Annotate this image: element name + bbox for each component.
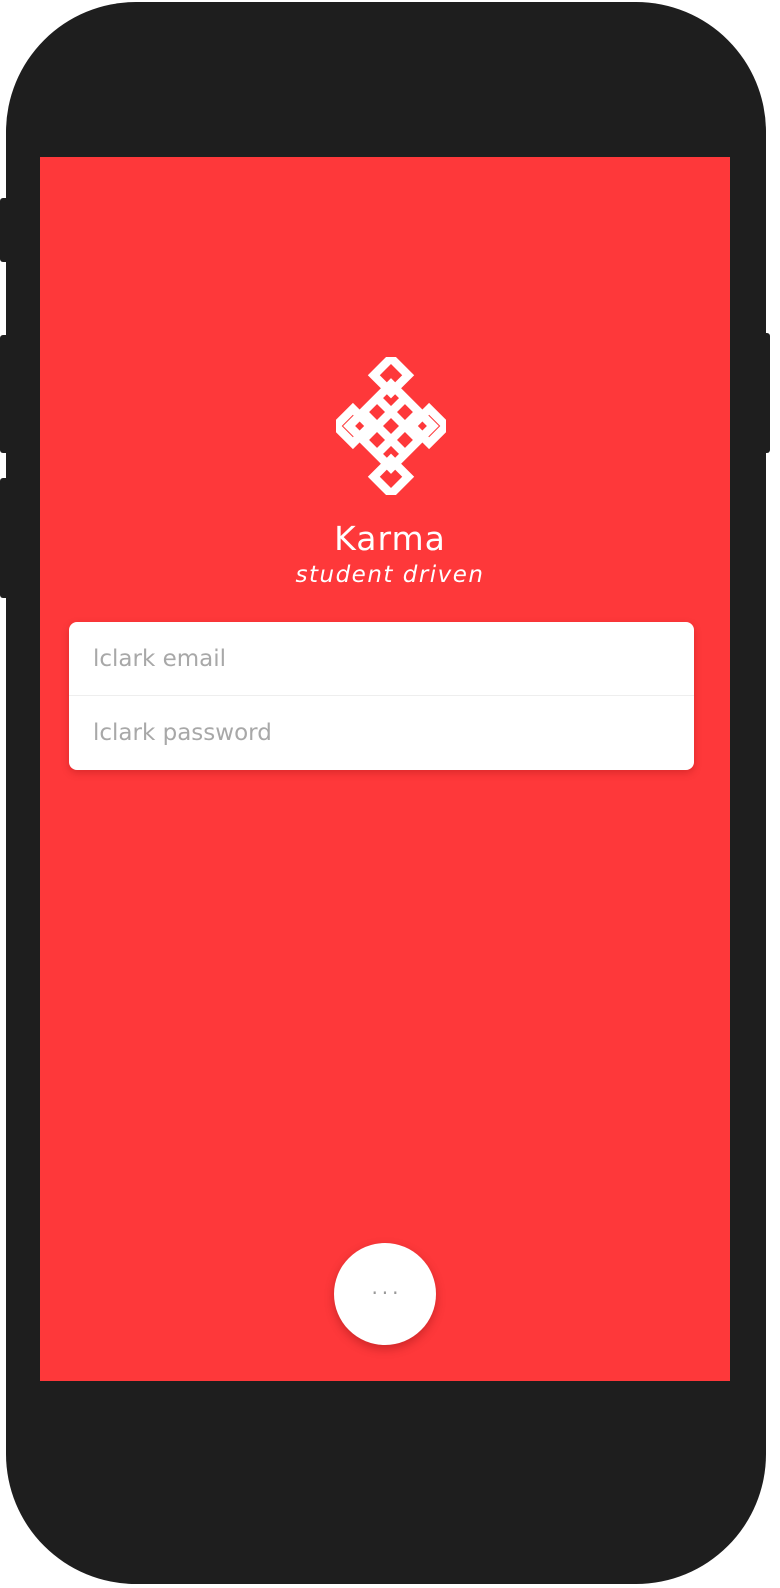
more-options-icon: ··· bbox=[371, 1281, 403, 1305]
volume-down-button bbox=[0, 478, 6, 598]
app-tagline: student driven bbox=[295, 562, 485, 588]
endless-knot-icon bbox=[336, 357, 446, 495]
password-field-row bbox=[69, 696, 694, 770]
email-field-row bbox=[69, 622, 694, 696]
app-title: Karma bbox=[334, 519, 446, 558]
password-input[interactable] bbox=[93, 720, 673, 746]
login-form bbox=[69, 622, 694, 770]
more-options-button[interactable]: ··· bbox=[334, 1243, 436, 1345]
volume-up-button bbox=[0, 335, 6, 453]
mute-switch bbox=[0, 198, 6, 262]
email-input[interactable] bbox=[93, 645, 673, 672]
login-screen: Karma student driven ··· bbox=[40, 157, 730, 1381]
power-button bbox=[764, 333, 770, 453]
